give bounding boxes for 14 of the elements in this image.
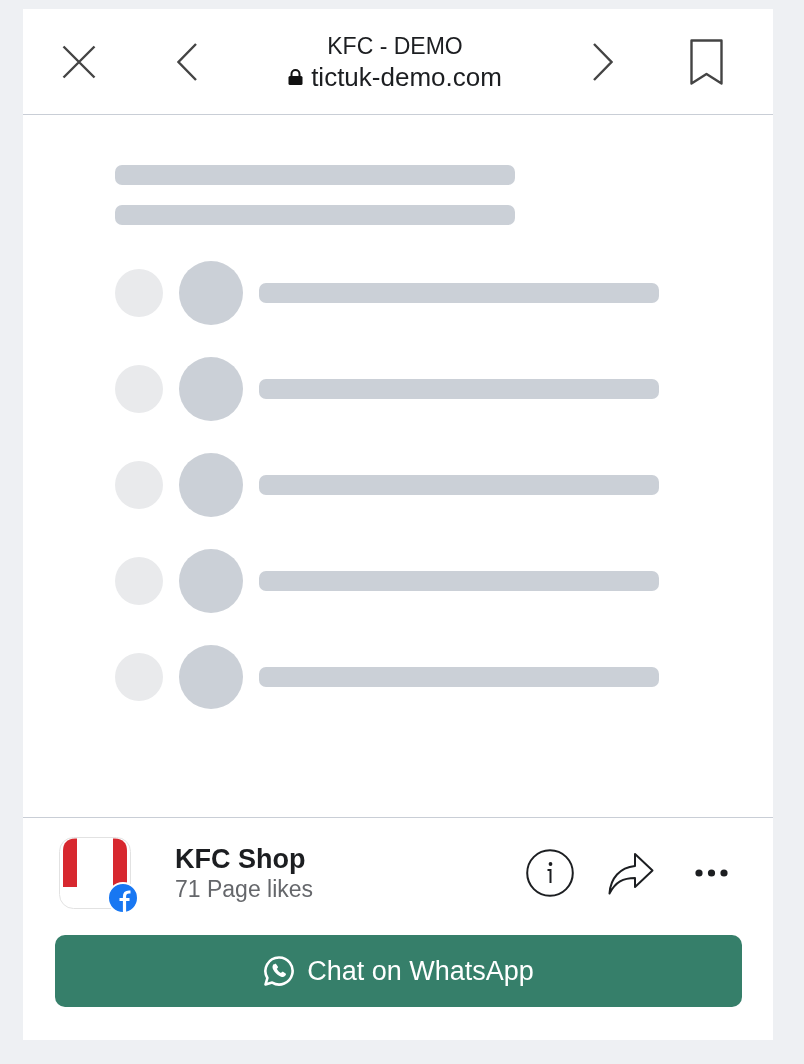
social-badge-icon [107,882,139,914]
chat-bubble-icon [263,955,296,987]
page-likes-text: 71 Page likes [175,875,314,903]
chat-button[interactable]: Chat on WhatsApp [55,935,742,1007]
close-icon[interactable] [62,44,96,79]
page-title: KFC - DEMO [327,31,463,61]
bookmark-icon[interactable] [690,38,723,85]
share-icon[interactable] [608,851,654,895]
page-name: KFC Shop [175,843,307,875]
back-chevron-icon[interactable] [177,42,197,81]
forward-chevron-icon[interactable] [593,42,613,81]
more-icon[interactable] [695,869,728,877]
info-icon[interactable] [526,849,574,897]
url-text: tictuk-demo.com [311,60,502,93]
